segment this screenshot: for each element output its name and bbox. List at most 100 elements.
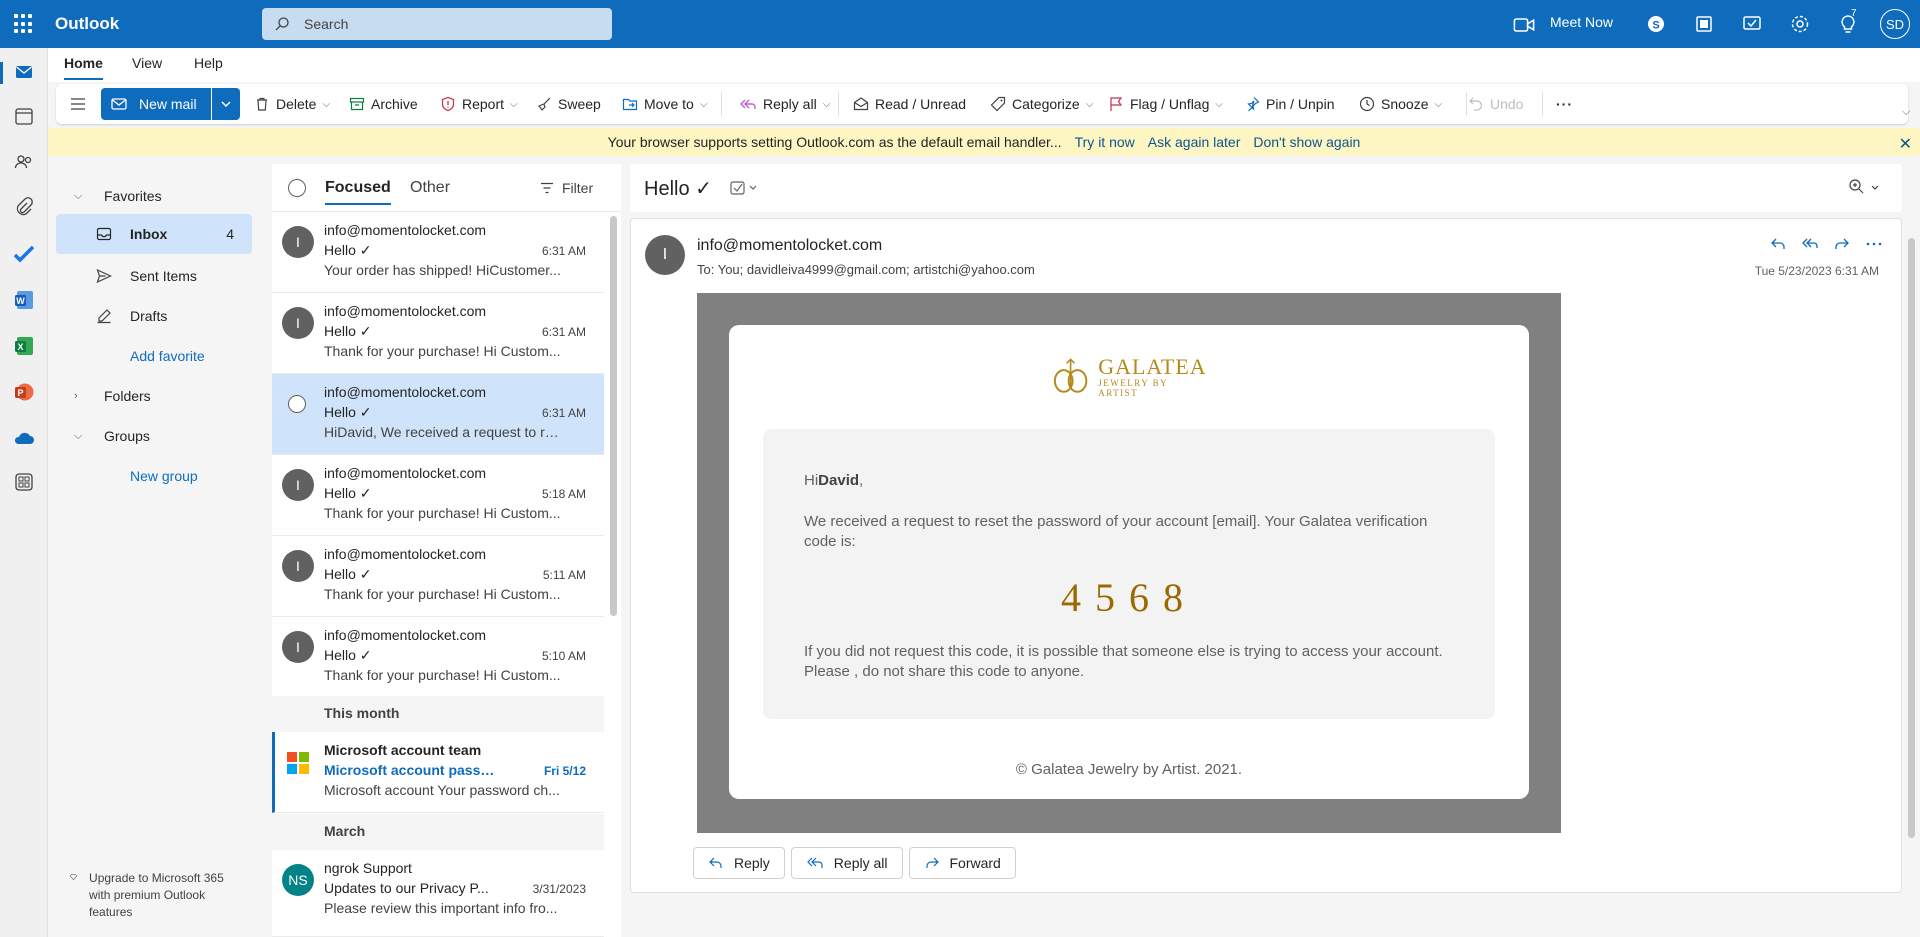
groups-header[interactable]: ⌵ Groups xyxy=(56,416,252,456)
filter-button[interactable]: Filter xyxy=(540,180,593,196)
undo-button[interactable]: Undo xyxy=(1468,84,1523,124)
office-icon[interactable] xyxy=(1692,12,1716,36)
tab-view[interactable]: View xyxy=(132,55,162,71)
mail-icon[interactable] xyxy=(12,60,36,84)
sidebar-item-sent[interactable]: Sent Items xyxy=(56,256,252,296)
sender[interactable]: info@momentolocket.com xyxy=(697,237,882,255)
galatea-logo-icon xyxy=(1053,358,1088,393)
tab-focused[interactable]: Focused xyxy=(325,179,391,205)
more-options-button[interactable]: ··· xyxy=(1556,84,1573,124)
more-actions-icon[interactable] xyxy=(1865,235,1883,253)
default-handler-banner: Your browser supports setting Outlook.co… xyxy=(48,128,1920,156)
new-group-link[interactable]: New group xyxy=(56,456,252,496)
list-item[interactable]: I info@momentolocket.com Hello ✓ 5:10 AM… xyxy=(272,617,604,698)
search-placeholder: Search xyxy=(304,16,349,32)
people-icon[interactable] xyxy=(12,150,36,174)
favorites-header[interactable]: ⌵ Favorites xyxy=(56,178,252,214)
read-unread-button[interactable]: Read / Unread xyxy=(853,84,966,124)
ask-later-link[interactable]: Ask again later xyxy=(1148,134,1241,150)
powerpoint-icon[interactable]: P xyxy=(12,380,36,404)
select-all-checkbox[interactable] xyxy=(288,179,306,197)
preview: HiDavid, We received a request to re... xyxy=(324,424,564,440)
list-item[interactable]: Microsoft account team Microsoft account… xyxy=(272,732,604,813)
word-icon[interactable]: W xyxy=(12,288,36,312)
list-item[interactable]: I info@momentolocket.com Hello ✓ 6:31 AM… xyxy=(272,293,604,374)
meet-now-button[interactable]: Meet Now xyxy=(1550,14,1613,30)
reply-icon[interactable] xyxy=(1769,235,1787,253)
received-time: 5:10 AM xyxy=(541,649,586,663)
reading-pane-scrollbar[interactable] xyxy=(1908,238,1915,838)
message-list-scrollbar[interactable] xyxy=(610,216,617,616)
user-avatar[interactable]: SD xyxy=(1880,9,1910,39)
app-title[interactable]: Outlook xyxy=(55,14,119,34)
sweep-label: Sweep xyxy=(558,96,601,112)
hamburger-menu-icon[interactable] xyxy=(70,96,86,112)
more-apps-icon[interactable] xyxy=(12,470,36,494)
onedrive-icon[interactable] xyxy=(12,426,36,450)
sweep-button[interactable]: Sweep xyxy=(536,84,601,124)
tab-help[interactable]: Help xyxy=(194,55,223,71)
received-time: 6:31 AM xyxy=(541,325,586,339)
try-now-link[interactable]: Try it now xyxy=(1075,134,1135,150)
svg-text:X: X xyxy=(17,342,23,352)
add-favorite-link[interactable]: Add favorite xyxy=(56,336,252,376)
select-message-checkbox[interactable] xyxy=(288,395,306,413)
list-item[interactable]: NS ngrok Support Updates to our Privacy … xyxy=(272,850,604,937)
pin-unpin-button[interactable]: Pin / Unpin xyxy=(1244,84,1334,124)
received-time: Fri 5/12 xyxy=(543,764,586,778)
new-mail-button[interactable]: New mail xyxy=(101,88,211,120)
attachment-icon[interactable] xyxy=(12,196,36,220)
zoom-icon[interactable] xyxy=(1848,178,1882,196)
ribbon-divider xyxy=(838,92,839,116)
tab-other[interactable]: Other xyxy=(410,179,450,197)
summary-icon[interactable] xyxy=(730,179,760,197)
ribbon-collapse-chevron-icon[interactable]: ⌵ xyxy=(1902,106,1910,119)
dont-show-link[interactable]: Don't show again xyxy=(1253,134,1360,150)
search-box[interactable]: Search xyxy=(262,8,612,40)
body-paragraph-1: We received a request to reset the passw… xyxy=(804,513,1428,550)
ribbon-divider xyxy=(1542,92,1543,116)
skype-icon[interactable]: S xyxy=(1644,12,1668,36)
chevron-down-icon: ⌵ xyxy=(1215,98,1223,110)
excel-icon[interactable]: X xyxy=(12,334,36,358)
subject: Hello ✓ xyxy=(324,485,372,501)
feedback-icon[interactable] xyxy=(1740,12,1764,36)
snooze-button[interactable]: Snooze ⌵ xyxy=(1359,84,1442,124)
list-item-selected[interactable]: info@momentolocket.com Hello ✓ 6:31 AM H… xyxy=(272,374,604,455)
sidebar-item-inbox[interactable]: Inbox 4 xyxy=(56,214,252,254)
close-icon[interactable]: ✕ xyxy=(1899,134,1912,154)
greeting-hi: Hi xyxy=(804,472,819,489)
folders-header[interactable]: › Folders xyxy=(56,376,252,416)
reply-all-button[interactable]: Reply all xyxy=(790,847,903,879)
forward-icon[interactable] xyxy=(1833,235,1851,253)
reply-all-button[interactable]: Reply all ⌵ xyxy=(739,84,830,124)
open-envelope-icon xyxy=(853,97,869,111)
flag-unflag-button[interactable]: Flag / Unflag ⌵ xyxy=(1108,84,1223,124)
categorize-button[interactable]: Categorize ⌵ xyxy=(990,84,1093,124)
verification-panel: HiDavid, We received a request to reset … xyxy=(763,429,1495,719)
list-item[interactable]: I info@momentolocket.com Hello ✓ 5:18 AM… xyxy=(272,455,604,536)
sender-avatar: I xyxy=(282,631,314,663)
move-to-button[interactable]: Move to ⌵ xyxy=(622,84,707,124)
reply-label: Reply xyxy=(734,855,770,871)
app-launcher-icon[interactable] xyxy=(14,14,34,34)
forward-button[interactable]: Forward xyxy=(908,847,1016,879)
calendar-icon[interactable] xyxy=(12,104,36,128)
chevron-down-icon xyxy=(221,101,231,108)
list-item[interactable]: I info@momentolocket.com Hello ✓ 6:31 AM… xyxy=(272,212,604,293)
app-rail: W X P xyxy=(0,48,48,937)
archive-button[interactable]: Archive xyxy=(349,84,418,124)
reply-button[interactable]: Reply xyxy=(693,847,785,879)
delete-button[interactable]: Delete ⌵ xyxy=(254,84,330,124)
chevron-down-icon: ⌵ xyxy=(74,189,83,202)
video-camera-icon[interactable] xyxy=(1512,13,1536,37)
list-item[interactable]: I info@momentolocket.com Hello ✓ 5:11 AM… xyxy=(272,536,604,617)
tab-home[interactable]: Home xyxy=(64,55,103,80)
settings-gear-icon[interactable] xyxy=(1788,12,1812,36)
todo-icon[interactable] xyxy=(12,242,36,266)
sidebar-item-drafts[interactable]: Drafts xyxy=(56,296,252,336)
reply-all-icon[interactable] xyxy=(1801,235,1819,253)
report-button[interactable]: Report ⌵ xyxy=(440,84,518,124)
new-mail-dropdown[interactable] xyxy=(212,88,240,120)
upgrade-promo[interactable]: Upgrade to Microsoft 365 with premium Ou… xyxy=(70,870,240,921)
